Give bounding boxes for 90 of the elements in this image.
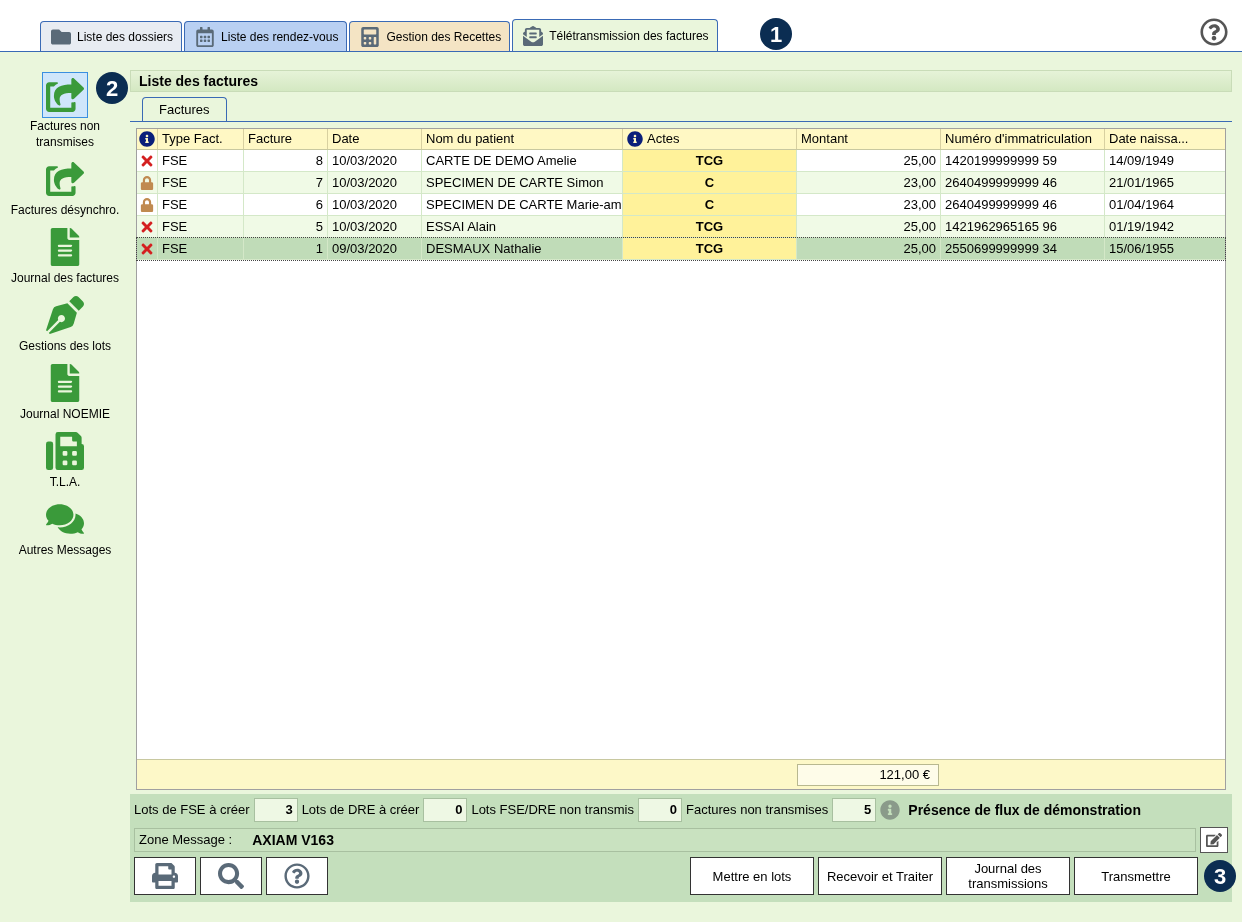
lock-icon xyxy=(140,197,154,212)
table-cell: 25,00 xyxy=(796,150,940,171)
share-icon xyxy=(46,76,84,114)
counter-label: Lots de FSE à créer xyxy=(134,801,250,820)
callout-badge: 3 xyxy=(1204,860,1236,892)
column-header[interactable]: Montant xyxy=(796,129,940,149)
table-cell: 10/03/2020 xyxy=(327,194,421,215)
tab[interactable]: Factures xyxy=(142,97,227,121)
column-header[interactable]: Numéro d'immatriculation xyxy=(940,129,1104,149)
help-icon xyxy=(284,863,310,889)
table-row[interactable]: FSE 1 09/03/2020 DESMAUX Nathalie TCG 25,00 2550699999999 34 15/06/1955 xyxy=(137,238,1225,260)
print-button[interactable] xyxy=(134,857,196,895)
table-cell: 23,00 xyxy=(796,194,940,215)
table-cell: 1420199999999 59 xyxy=(940,150,1104,171)
counter-label: Lots FSE/DRE non transmis xyxy=(471,801,634,820)
table-cell: 14/09/1949 xyxy=(1104,150,1225,171)
envelope-icon xyxy=(521,25,546,46)
table-cell: 8 xyxy=(243,150,327,171)
table-cell: 10/03/2020 xyxy=(327,150,421,171)
table-cell: 09/03/2020 xyxy=(327,238,421,259)
callout-badge: 1 xyxy=(760,18,792,50)
table-cell: 21/01/1965 xyxy=(1104,172,1225,193)
table-cell: FSE xyxy=(157,194,243,215)
table-cell: FSE xyxy=(157,172,243,193)
sidebar-item[interactable]: Gestions des lots xyxy=(10,292,120,354)
tab[interactable]: Liste des rendez-vous xyxy=(184,21,348,51)
table-row[interactable]: FSE 5 10/03/2020 ESSAI Alain TCG 25,00 1421962965165 96 01/19/1942 xyxy=(137,216,1225,238)
action-button[interactable]: Journal des transmissions xyxy=(946,857,1070,895)
table-cell: 15/06/1955 xyxy=(1104,238,1225,259)
table-cell: 2640499999999 46 xyxy=(940,194,1104,215)
column-header[interactable]: Type Fact. xyxy=(157,129,243,149)
callout-badge: 2 xyxy=(96,72,128,104)
counter-label: Lots de DRE à créer xyxy=(301,801,420,820)
counter-value: 0 xyxy=(423,798,468,822)
table-cell: TCG xyxy=(622,216,796,237)
sidebar-item[interactable]: T.L.A. xyxy=(10,428,120,490)
info-icon xyxy=(139,131,155,147)
help-button[interactable] xyxy=(266,857,328,895)
counter-value: 3 xyxy=(253,798,298,822)
table-cell: TCG xyxy=(622,150,796,171)
table-row[interactable]: FSE 6 10/03/2020 SPECIMEN DE CARTE Marie-am C 23,00 2640499999999 46 01/04/1964 xyxy=(137,194,1225,216)
search-button[interactable] xyxy=(200,857,262,895)
table-cell: 25,00 xyxy=(796,238,940,259)
counter-value: 0 xyxy=(637,798,682,822)
counter-label: Factures non transmises xyxy=(685,801,829,820)
table-cell: 2550699999999 34 xyxy=(940,238,1104,259)
sidebar-item[interactable]: Autres Messages xyxy=(10,496,120,558)
column-header[interactable]: Date naissa... xyxy=(1104,129,1225,149)
search-icon xyxy=(218,863,244,889)
print-icon xyxy=(152,863,178,889)
table-cell: C xyxy=(622,194,796,215)
column-header[interactable]: Facture xyxy=(243,129,327,149)
action-button[interactable]: Recevoir et Traiter xyxy=(818,857,942,895)
tab[interactable]: Liste des dossiers xyxy=(40,21,183,51)
info-icon xyxy=(627,131,643,147)
table-cell: C xyxy=(622,172,796,193)
column-header[interactable]: Actes xyxy=(622,129,796,149)
edit-button[interactable] xyxy=(1200,827,1228,853)
table-row[interactable]: FSE 7 10/03/2020 SPECIMEN DE CARTE Simon C 23,00 2640499999999 46 21/01/1965 xyxy=(137,172,1225,194)
edit-icon xyxy=(1206,832,1222,848)
fax-icon xyxy=(46,432,84,470)
action-button[interactable]: Transmettre xyxy=(1074,857,1198,895)
lock-icon xyxy=(140,175,154,190)
table-cell: FSE xyxy=(157,150,243,171)
action-button[interactable]: Mettre en lots xyxy=(690,857,814,895)
share-icon xyxy=(46,160,84,198)
help-icon[interactable] xyxy=(1200,18,1228,46)
pen-icon xyxy=(46,296,84,334)
sidebar-item[interactable]: Journal NOEMIE xyxy=(10,360,120,422)
tab[interactable]: Gestion des Recettes xyxy=(349,21,511,51)
total-amount: 121,00 € xyxy=(797,763,939,786)
column-header[interactable]: Nom du patient xyxy=(421,129,622,149)
table-row[interactable]: FSE 8 10/03/2020 CARTE DE DEMO Amelie TCG 25,00 1420199999999 59 14/09/1949 xyxy=(137,150,1225,172)
table-cell: 7 xyxy=(243,172,327,193)
table-cell: 10/03/2020 xyxy=(327,172,421,193)
table-cell: 1 xyxy=(243,238,327,259)
tab[interactable]: Télétransmission des factures xyxy=(512,19,718,51)
table-cell: 01/04/1964 xyxy=(1104,194,1225,215)
table-cell: 23,00 xyxy=(796,172,940,193)
sidebar-item[interactable]: Factures désynchro. xyxy=(10,156,120,218)
message-field: Zone Message : AXIAM V163 xyxy=(134,828,1196,852)
demo-notice: Présence de flux de démonstration xyxy=(908,800,1141,820)
panel-title: Liste des factures xyxy=(130,70,1232,92)
table-cell: FSE xyxy=(157,238,243,259)
table-cell: 6 xyxy=(243,194,327,215)
sidebar-item[interactable]: Journal des factures xyxy=(10,224,120,286)
counter-value: 5 xyxy=(832,798,877,822)
table-cell: 2640499999999 46 xyxy=(940,172,1104,193)
column-header[interactable]: Date xyxy=(327,129,421,149)
table-cell: TCG xyxy=(622,238,796,259)
